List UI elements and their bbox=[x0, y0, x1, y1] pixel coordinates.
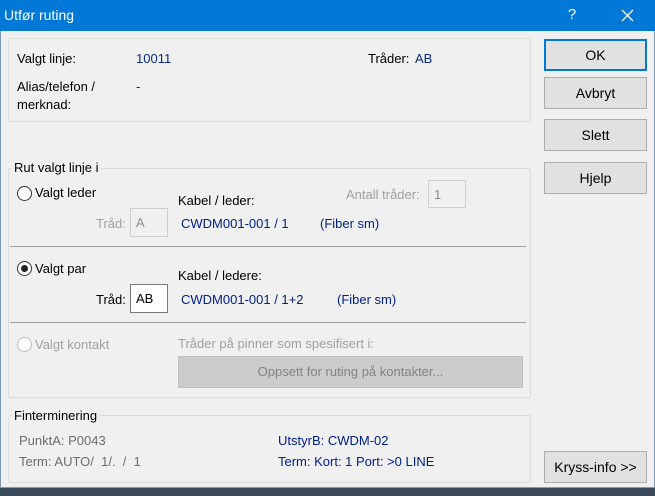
window-title: Utfør ruting bbox=[4, 7, 75, 23]
divider-1 bbox=[10, 246, 526, 247]
antall-trader-label: Antall tråder: bbox=[346, 187, 420, 202]
close-icon bbox=[621, 9, 634, 22]
valgt-linje-value: 10011 bbox=[136, 51, 172, 66]
valgt-par-label[interactable]: Valgt par bbox=[35, 261, 86, 276]
pins-label: Tråder på pinner som spesifisert i: bbox=[178, 336, 375, 351]
slett-button[interactable]: Slett bbox=[544, 119, 647, 151]
finterminering-label: Finterminering bbox=[12, 408, 100, 423]
par-traad-label: Tråd: bbox=[96, 292, 126, 307]
valgt-kontakt-label: Valgt kontakt bbox=[35, 337, 110, 352]
divider-2 bbox=[10, 322, 526, 323]
alias-value: - bbox=[136, 79, 141, 94]
valgt-kontakt-radio bbox=[17, 337, 32, 352]
ok-button[interactable]: OK bbox=[544, 39, 647, 71]
window-border-bottom bbox=[0, 487, 655, 496]
title-bar: Utfør ruting ? bbox=[0, 0, 655, 31]
contact-setup-button: Oppsett for ruting på kontakter... bbox=[178, 356, 523, 388]
leder-kabel-value: CWDM001-001 / 1 bbox=[181, 216, 289, 231]
hjelp-button[interactable]: Hjelp bbox=[544, 162, 647, 194]
leder-traad-label: Tråd: bbox=[96, 216, 126, 231]
par-fiber-value: (Fiber sm) bbox=[337, 292, 397, 307]
leder-fiber-value: (Fiber sm) bbox=[320, 216, 380, 231]
leder-traad-field: A bbox=[130, 208, 168, 237]
term-b: Term: Kort: 1 Port: >0 LINE bbox=[278, 454, 435, 469]
routing-group-label: Rut valgt linje i bbox=[12, 160, 101, 175]
trader-value: AB bbox=[415, 51, 433, 66]
punkt-a: PunktA: P0043 bbox=[19, 433, 106, 448]
kryss-info-button[interactable]: Kryss-info >> bbox=[544, 451, 647, 483]
antall-trader-field: 1 bbox=[428, 180, 466, 208]
leder-kabel-label: Kabel / leder: bbox=[178, 193, 255, 208]
alias-label-line2: merknad: bbox=[17, 97, 72, 112]
valgt-linje-label: Valgt linje: bbox=[17, 51, 77, 66]
par-kabel-label: Kabel / ledere: bbox=[178, 268, 262, 283]
window-border-left bbox=[0, 31, 1, 487]
valgt-leder-label[interactable]: Valgt leder bbox=[35, 185, 96, 200]
valgt-leder-radio[interactable] bbox=[17, 186, 32, 201]
avbryt-button[interactable]: Avbryt bbox=[544, 77, 647, 109]
valgt-par-radio[interactable] bbox=[17, 261, 32, 276]
trader-label: Tråder: bbox=[368, 51, 410, 66]
help-title-button[interactable]: ? bbox=[552, 0, 592, 31]
alias-label-line1: Alias/telefon / bbox=[17, 79, 96, 94]
finterminering-group bbox=[8, 415, 531, 483]
close-button[interactable] bbox=[605, 0, 649, 31]
term-a: Term: AUTO/ 1/. / 1 bbox=[19, 454, 141, 469]
par-kabel-value: CWDM001-001 / 1+2 bbox=[181, 292, 304, 307]
par-traad-field[interactable]: AB bbox=[130, 284, 168, 313]
utstyr-b: UtstyrB: CWDM-02 bbox=[278, 433, 389, 448]
